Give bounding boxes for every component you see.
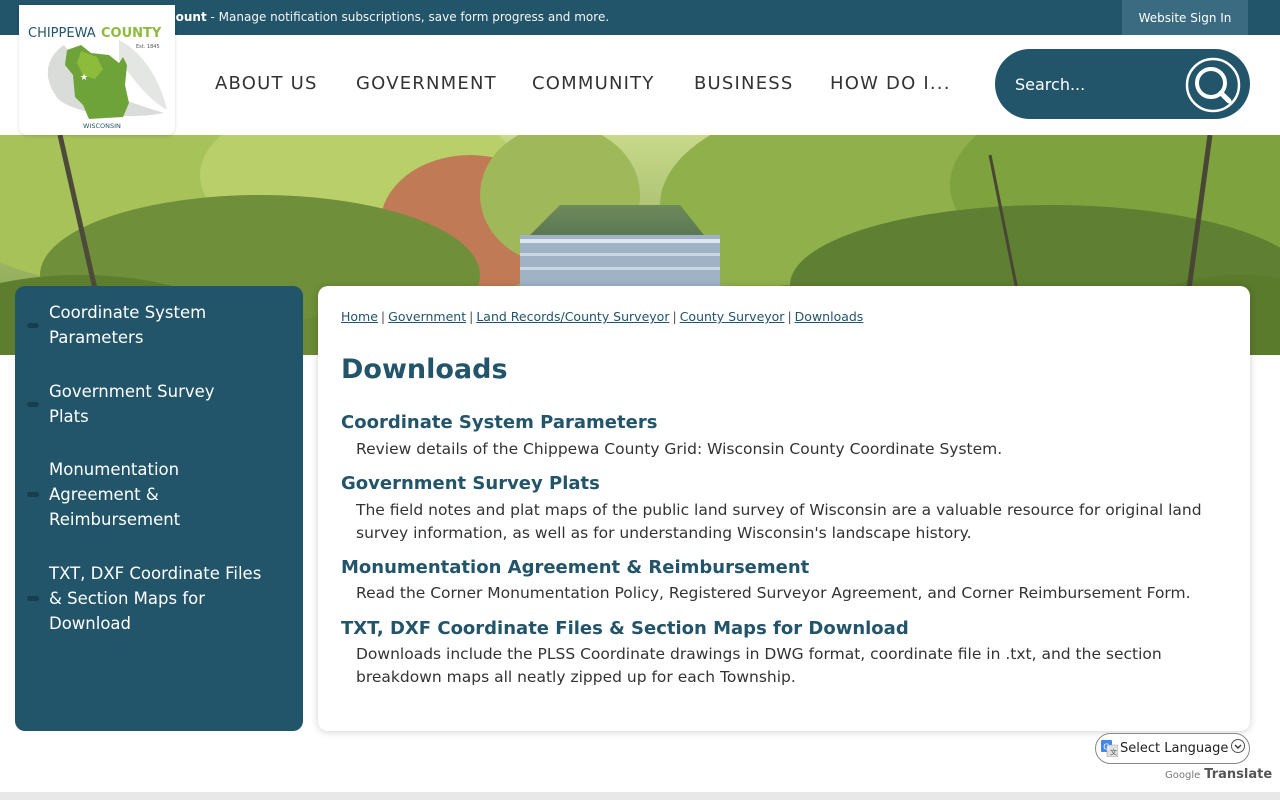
translate-link[interactable]: Translate	[1204, 767, 1272, 782]
county-logo[interactable]: ★ CHIPPEWA COUNTY Est. 1845 WISCONSIN	[19, 5, 175, 135]
google-logo-text: Google	[1165, 770, 1201, 781]
logo-text-chippewa: CHIPPEWA	[28, 26, 96, 41]
site-header: ABOUT US GOVERNMENT COMMUNITY BUSINESS H…	[0, 35, 1280, 135]
search-icon	[1185, 57, 1241, 113]
select-language-label: Select Language	[1120, 741, 1229, 756]
sidebar-item-government-survey-plats[interactable]: Government Survey Plats	[15, 378, 303, 430]
sidebar-item-coordinate-system-parameters[interactable]: Coordinate System Parameters	[15, 299, 303, 351]
powered-by-google-translate: Google Translate	[1165, 767, 1272, 782]
svg-text:文: 文	[1110, 748, 1117, 757]
nav-about-us[interactable]: ABOUT US	[215, 73, 318, 94]
breadcrumb-home[interactable]: Home	[341, 309, 378, 324]
sidebar-item-label: Monumentation Agreement & Reimbursement	[49, 460, 181, 529]
breadcrumb-separator: |	[672, 309, 677, 324]
google-translate-icon: G 文	[1101, 740, 1118, 757]
breadcrumb: Home | Government | Land Records/County Surv…	[341, 309, 863, 324]
chevron-down-icon	[1231, 739, 1245, 753]
main-content-card: Home | Government | Land Records/County Surv…	[318, 286, 1250, 731]
breadcrumb-land-records[interactable]: Land Records/County Surveyor	[476, 309, 669, 324]
entry-description: Read the Corner Monumentation Policy, Re…	[356, 584, 1191, 602]
breadcrumb-government[interactable]: Government	[388, 309, 466, 324]
page-title: Downloads	[341, 354, 508, 385]
logo-text-est: Est. 1845	[136, 44, 160, 50]
entry-link-monumentation-agreement[interactable]: Monumentation Agreement & Reimbursement	[341, 557, 809, 578]
website-sign-in-button[interactable]: Website Sign In	[1122, 0, 1248, 35]
sidebar-item-label: Coordinate System Parameters	[49, 303, 207, 347]
sidebar-bullet-icon	[27, 323, 39, 328]
sidebar-item-label: TXT, DXF Coordinate Files & Section Maps…	[49, 564, 262, 633]
select-language-dropdown[interactable]: G 文 Select Language	[1095, 733, 1250, 764]
search-button[interactable]	[1185, 57, 1241, 113]
county-logo-graphic: ★ CHIPPEWA COUNTY Est. 1845 WISCONSIN	[28, 26, 167, 130]
breadcrumb-county-surveyor[interactable]: County Surveyor	[680, 309, 785, 324]
logo-text-county: COUNTY	[101, 26, 162, 41]
entry-link-txt-dxf-downloads[interactable]: TXT, DXF Coordinate Files & Section Maps…	[341, 618, 909, 639]
sidebar-navigation: Coordinate System Parameters Government …	[15, 286, 303, 731]
sidebar-item-txt-dxf-downloads[interactable]: TXT, DXF Coordinate Files & Section Maps…	[15, 560, 303, 638]
svg-text:G: G	[1103, 743, 1109, 752]
search-bar	[995, 49, 1250, 119]
nav-community[interactable]: COMMUNITY	[532, 73, 655, 94]
top-notification-bar: Create a Website Account - Manage notifi…	[0, 0, 1280, 35]
logo-text-wisconsin: WISCONSIN	[83, 122, 121, 130]
sidebar-item-monumentation-agreement[interactable]: Monumentation Agreement & Reimbursement	[15, 456, 303, 534]
breadcrumb-downloads[interactable]: Downloads	[795, 309, 864, 324]
sidebar-bullet-icon	[27, 402, 39, 407]
entry-description: Review details of the Chippewa County Gr…	[356, 440, 1003, 458]
breadcrumb-separator: |	[380, 309, 386, 324]
nav-government[interactable]: GOVERNMENT	[356, 73, 497, 94]
footer-divider	[0, 792, 1280, 800]
sidebar-bullet-icon	[27, 492, 39, 497]
create-account-description: - Manage notification subscriptions, sav…	[206, 10, 610, 24]
nav-how-do-i[interactable]: HOW DO I...	[830, 73, 951, 94]
entry-link-coordinate-system-parameters[interactable]: Coordinate System Parameters	[341, 412, 657, 433]
entry-description: The field notes and plat maps of the pub…	[356, 501, 1202, 542]
sidebar-item-label: Government Survey Plats	[49, 382, 215, 426]
breadcrumb-separator: |	[469, 309, 474, 324]
entry-link-government-survey-plats[interactable]: Government Survey Plats	[341, 473, 600, 494]
search-input[interactable]	[1015, 71, 1165, 97]
entry-description: Downloads include the PLSS Coordinate dr…	[356, 645, 1162, 686]
sidebar-bullet-icon	[27, 596, 39, 601]
svg-text:★: ★	[80, 73, 88, 83]
breadcrumb-separator: |	[787, 309, 792, 324]
nav-business[interactable]: BUSINESS	[694, 73, 794, 94]
